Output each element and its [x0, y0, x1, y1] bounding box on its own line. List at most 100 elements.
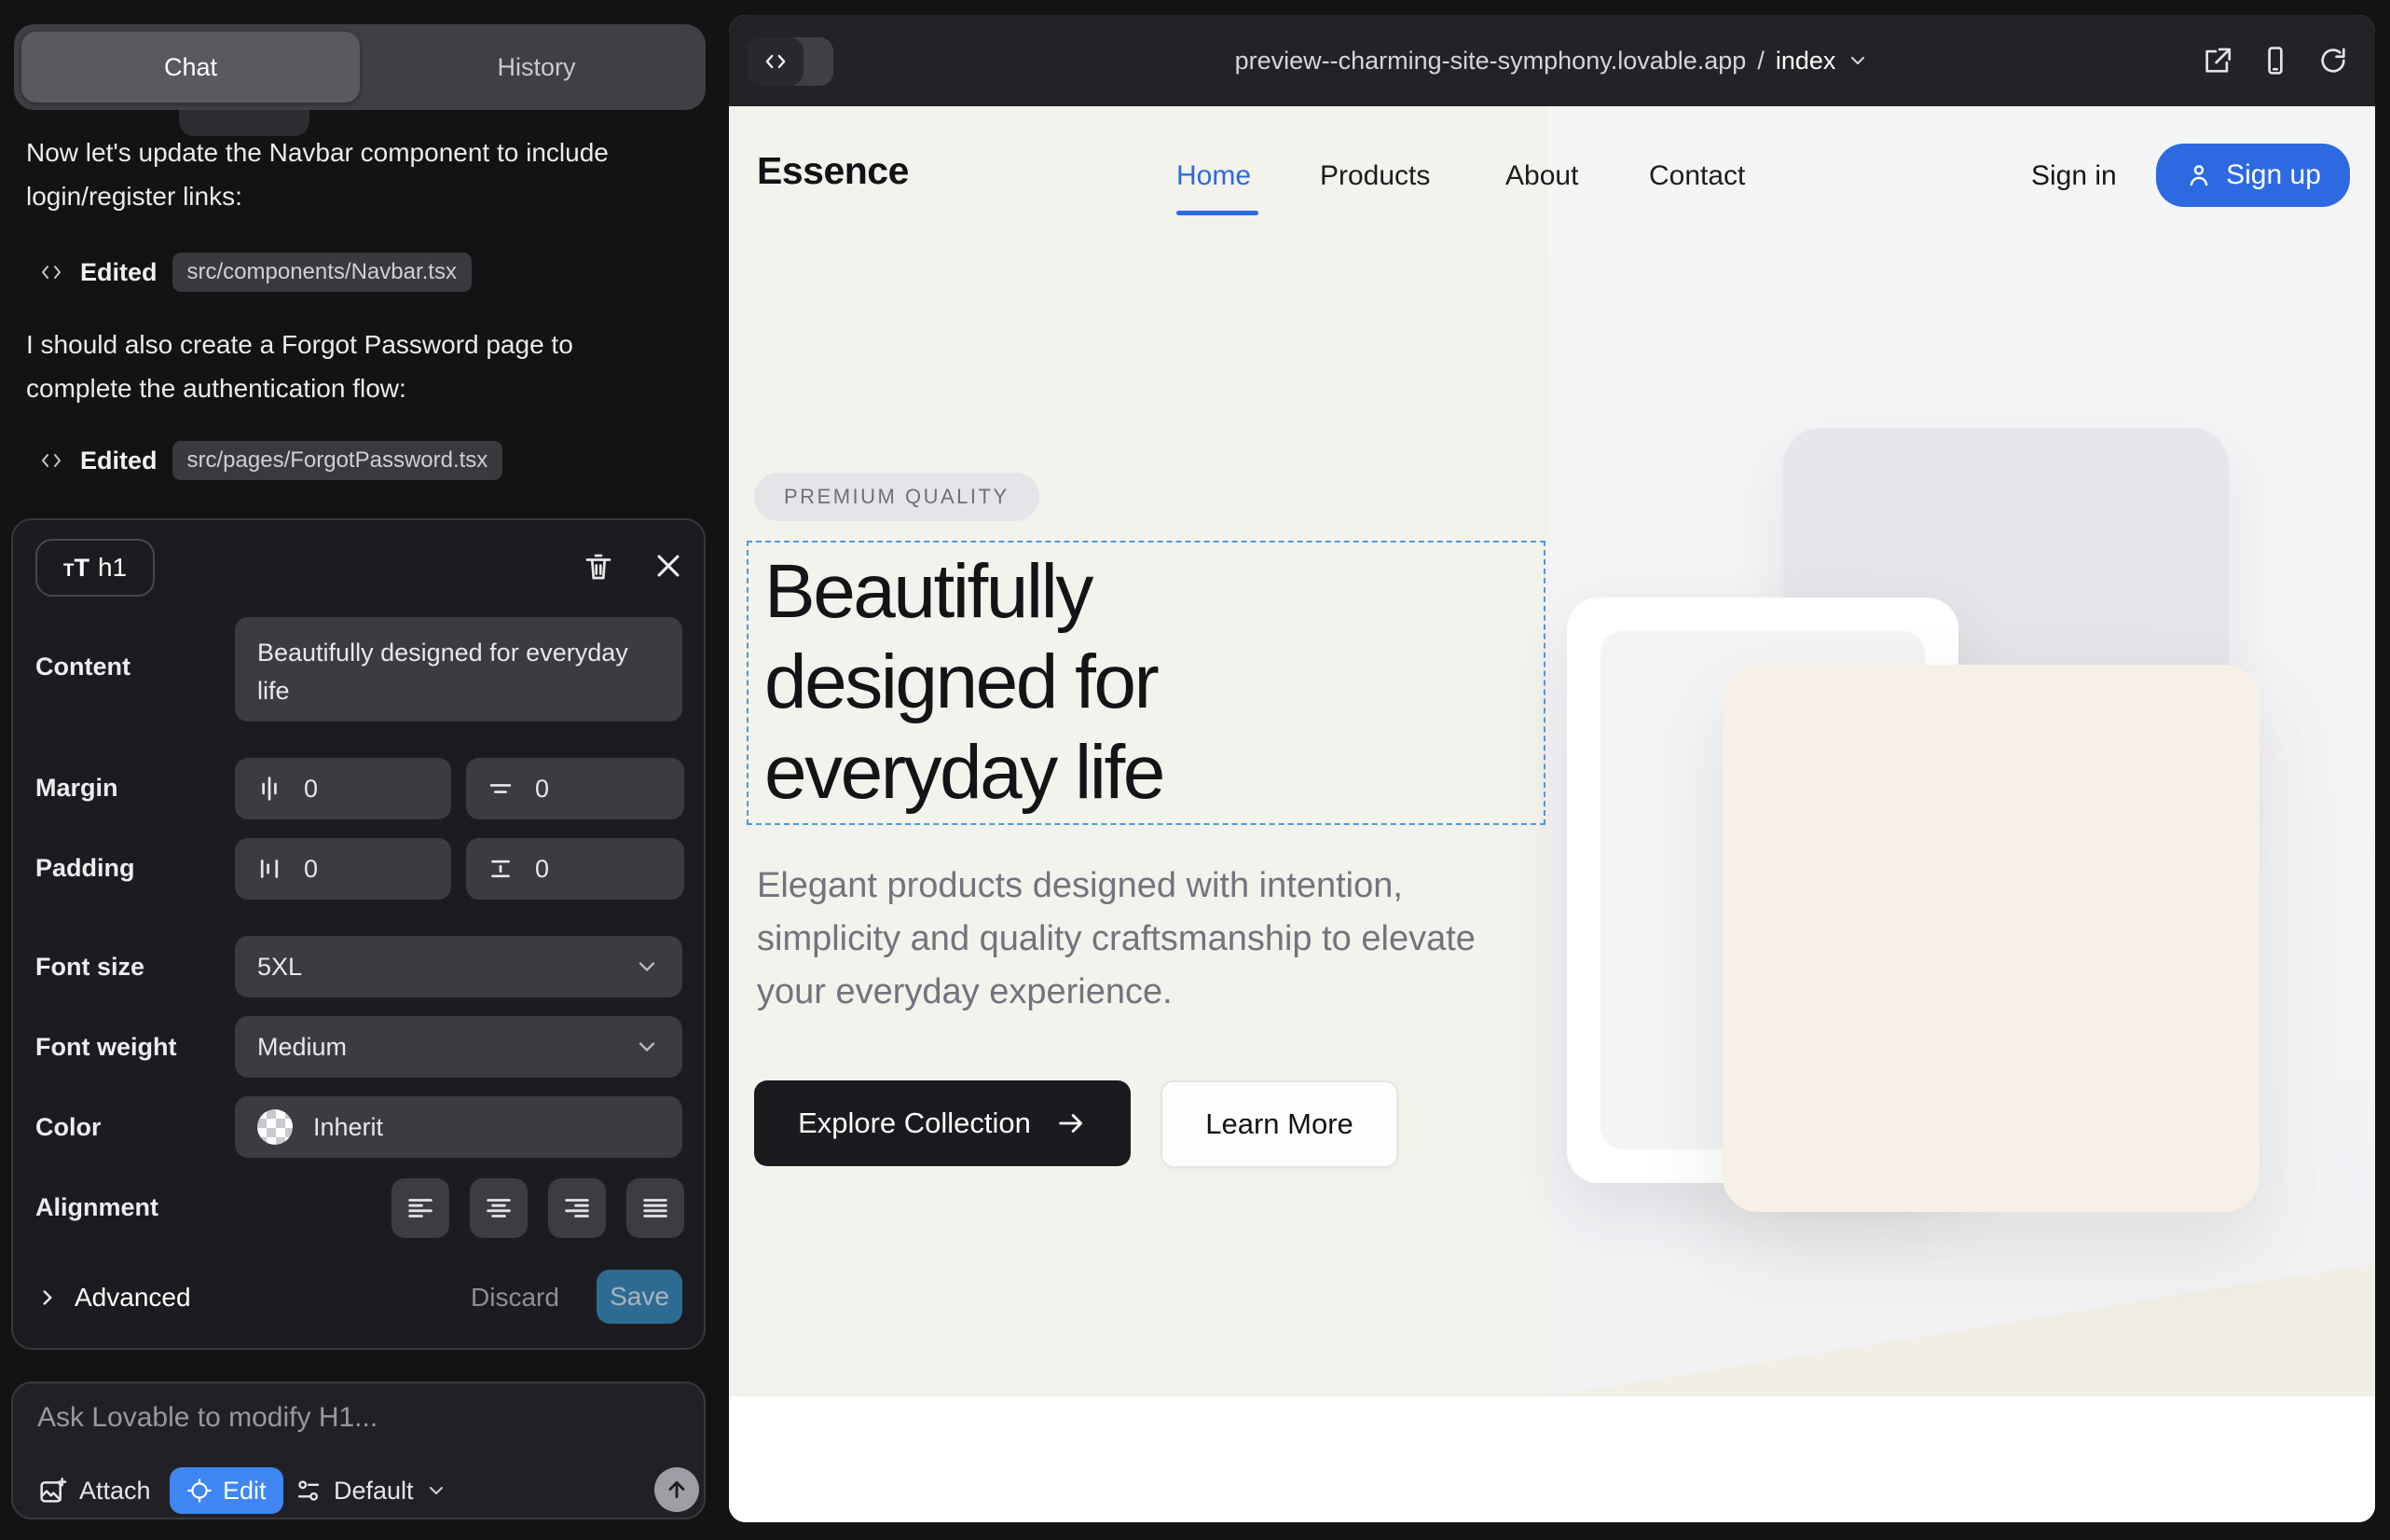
toolbar-actions — [2202, 15, 2349, 106]
send-button[interactable] — [654, 1467, 699, 1512]
nav-link-contact[interactable]: Contact — [1649, 160, 1745, 192]
decor-card-cream — [1723, 665, 2260, 1212]
margin-x-input[interactable]: 0 — [235, 758, 451, 819]
user-icon — [2185, 161, 2213, 189]
content-label: Content — [35, 653, 130, 681]
chevron-down-icon — [1847, 49, 1869, 72]
hero-paragraph: Elegant products designed with intention… — [757, 859, 1493, 1019]
chat-message: Now let's update the Navbar component to… — [26, 131, 669, 218]
padding-x-input[interactable]: 0 — [235, 838, 451, 900]
preview-url: preview--charming-site-symphony.lovable.… — [1235, 47, 1747, 76]
save-button[interactable]: Save — [597, 1270, 682, 1324]
margin-y-input[interactable]: 0 — [466, 758, 684, 819]
image-plus-icon — [37, 1476, 67, 1506]
content-input[interactable]: Beautifully designed for everyday life — [235, 617, 682, 722]
site-logo[interactable]: Essence — [757, 149, 909, 193]
font-weight-value: Medium — [257, 1033, 347, 1062]
composer-placeholder[interactable]: Ask Lovable to modify H1... — [37, 1402, 378, 1434]
close-panel-button[interactable] — [652, 550, 684, 582]
section-below-hero — [729, 1396, 2375, 1522]
nav-link-home[interactable]: Home — [1176, 160, 1251, 192]
quality-badge: PREMIUM QUALITY — [754, 473, 1039, 521]
advanced-label: Advanced — [75, 1283, 191, 1313]
sign-up-button[interactable]: Sign up — [2156, 144, 2350, 207]
type-icon: TT — [63, 554, 89, 583]
mode-select[interactable]: Default — [295, 1469, 447, 1512]
chevron-down-icon — [634, 954, 660, 980]
font-weight-label: Font weight — [35, 1033, 176, 1062]
arrow-up-icon — [665, 1478, 689, 1502]
file-badge[interactable]: src/pages/ForgotPassword.tsx — [172, 441, 503, 480]
align-left-button[interactable] — [391, 1178, 449, 1238]
padding-x-icon — [254, 853, 285, 885]
code-icon — [37, 449, 65, 472]
padding-x-value: 0 — [304, 855, 318, 884]
align-justify-button[interactable] — [626, 1178, 684, 1238]
selected-element-tag: TT h1 — [35, 539, 155, 597]
sign-up-label: Sign up — [2226, 159, 2321, 191]
edit-label: Edit — [223, 1477, 267, 1506]
font-size-select[interactable]: 5XL — [235, 936, 682, 997]
page-name: index — [1776, 47, 1836, 76]
url-separator: / — [1757, 47, 1765, 76]
margin-x-icon — [254, 773, 285, 804]
color-value: Inherit — [313, 1113, 383, 1142]
margin-label: Margin — [35, 774, 118, 803]
edited-file-row[interactable]: Edited src/components/Navbar.tsx — [37, 250, 472, 295]
tab-chat[interactable]: Chat — [21, 32, 360, 103]
arrow-right-icon — [1055, 1107, 1087, 1139]
chevron-right-icon — [35, 1286, 60, 1310]
alignment-label: Alignment — [35, 1193, 158, 1222]
sliders-icon — [295, 1477, 323, 1505]
font-weight-select[interactable]: Medium — [235, 1016, 682, 1078]
preview-pane: preview--charming-site-symphony.lovable.… — [729, 15, 2375, 1522]
refresh-icon[interactable] — [2317, 45, 2349, 76]
align-center-button[interactable] — [470, 1178, 528, 1238]
file-badge[interactable]: src/components/Navbar.tsx — [172, 253, 472, 292]
margin-y-value: 0 — [535, 775, 549, 804]
nav-link-about[interactable]: About — [1505, 160, 1578, 192]
nav-link-products[interactable]: Products — [1320, 160, 1430, 192]
open-external-icon[interactable] — [2202, 45, 2233, 76]
padding-y-value: 0 — [535, 855, 549, 884]
attach-button[interactable]: Attach — [37, 1469, 151, 1512]
chevron-down-icon — [425, 1479, 447, 1502]
explore-label: Explore Collection — [798, 1107, 1031, 1140]
code-icon — [37, 261, 65, 283]
site-canvas: Essence Home Products About Contact Sign… — [729, 106, 2375, 1522]
edited-label: Edited — [80, 258, 158, 287]
app-window: Chat History Now let's update the Navbar… — [0, 0, 2390, 1540]
padding-y-input[interactable]: 0 — [466, 838, 684, 900]
mobile-view-icon[interactable] — [2260, 45, 2291, 76]
chat-message: I should also create a Forgot Password p… — [26, 323, 669, 410]
advanced-toggle[interactable]: Advanced — [35, 1275, 191, 1320]
target-icon — [186, 1478, 213, 1504]
color-label: Color — [35, 1113, 102, 1142]
margin-x-value: 0 — [304, 775, 318, 804]
tab-history[interactable]: History — [367, 24, 706, 110]
align-right-button[interactable] — [548, 1178, 606, 1238]
padding-y-icon — [485, 853, 516, 885]
explore-collection-button[interactable]: Explore Collection — [754, 1080, 1131, 1166]
edited-label: Edited — [80, 447, 158, 475]
url-bar[interactable]: preview--charming-site-symphony.lovable.… — [729, 15, 2375, 106]
font-size-value: 5XL — [257, 953, 302, 982]
chat-history-tabs: Chat History — [14, 24, 706, 110]
hero-headline[interactable]: Beautifully designed for everyday life — [764, 546, 1163, 818]
padding-label: Padding — [35, 854, 135, 883]
chevron-down-icon — [634, 1034, 660, 1060]
mode-label: Default — [334, 1477, 414, 1506]
delete-element-button[interactable] — [582, 548, 615, 585]
color-swatch-transparent — [257, 1109, 293, 1145]
edit-mode-button[interactable]: Edit — [170, 1467, 283, 1514]
color-select[interactable]: Inherit — [235, 1096, 682, 1158]
edited-file-row[interactable]: Edited src/pages/ForgotPassword.tsx — [37, 438, 502, 483]
active-nav-underline — [1176, 211, 1258, 215]
font-size-label: Font size — [35, 953, 144, 982]
tag-name: h1 — [98, 553, 127, 583]
discard-button[interactable]: Discard — [471, 1275, 559, 1320]
margin-y-icon — [485, 773, 516, 804]
learn-more-button[interactable]: Learn More — [1161, 1080, 1398, 1168]
sign-in-link[interactable]: Sign in — [2031, 160, 2117, 192]
attach-label: Attach — [79, 1477, 151, 1506]
